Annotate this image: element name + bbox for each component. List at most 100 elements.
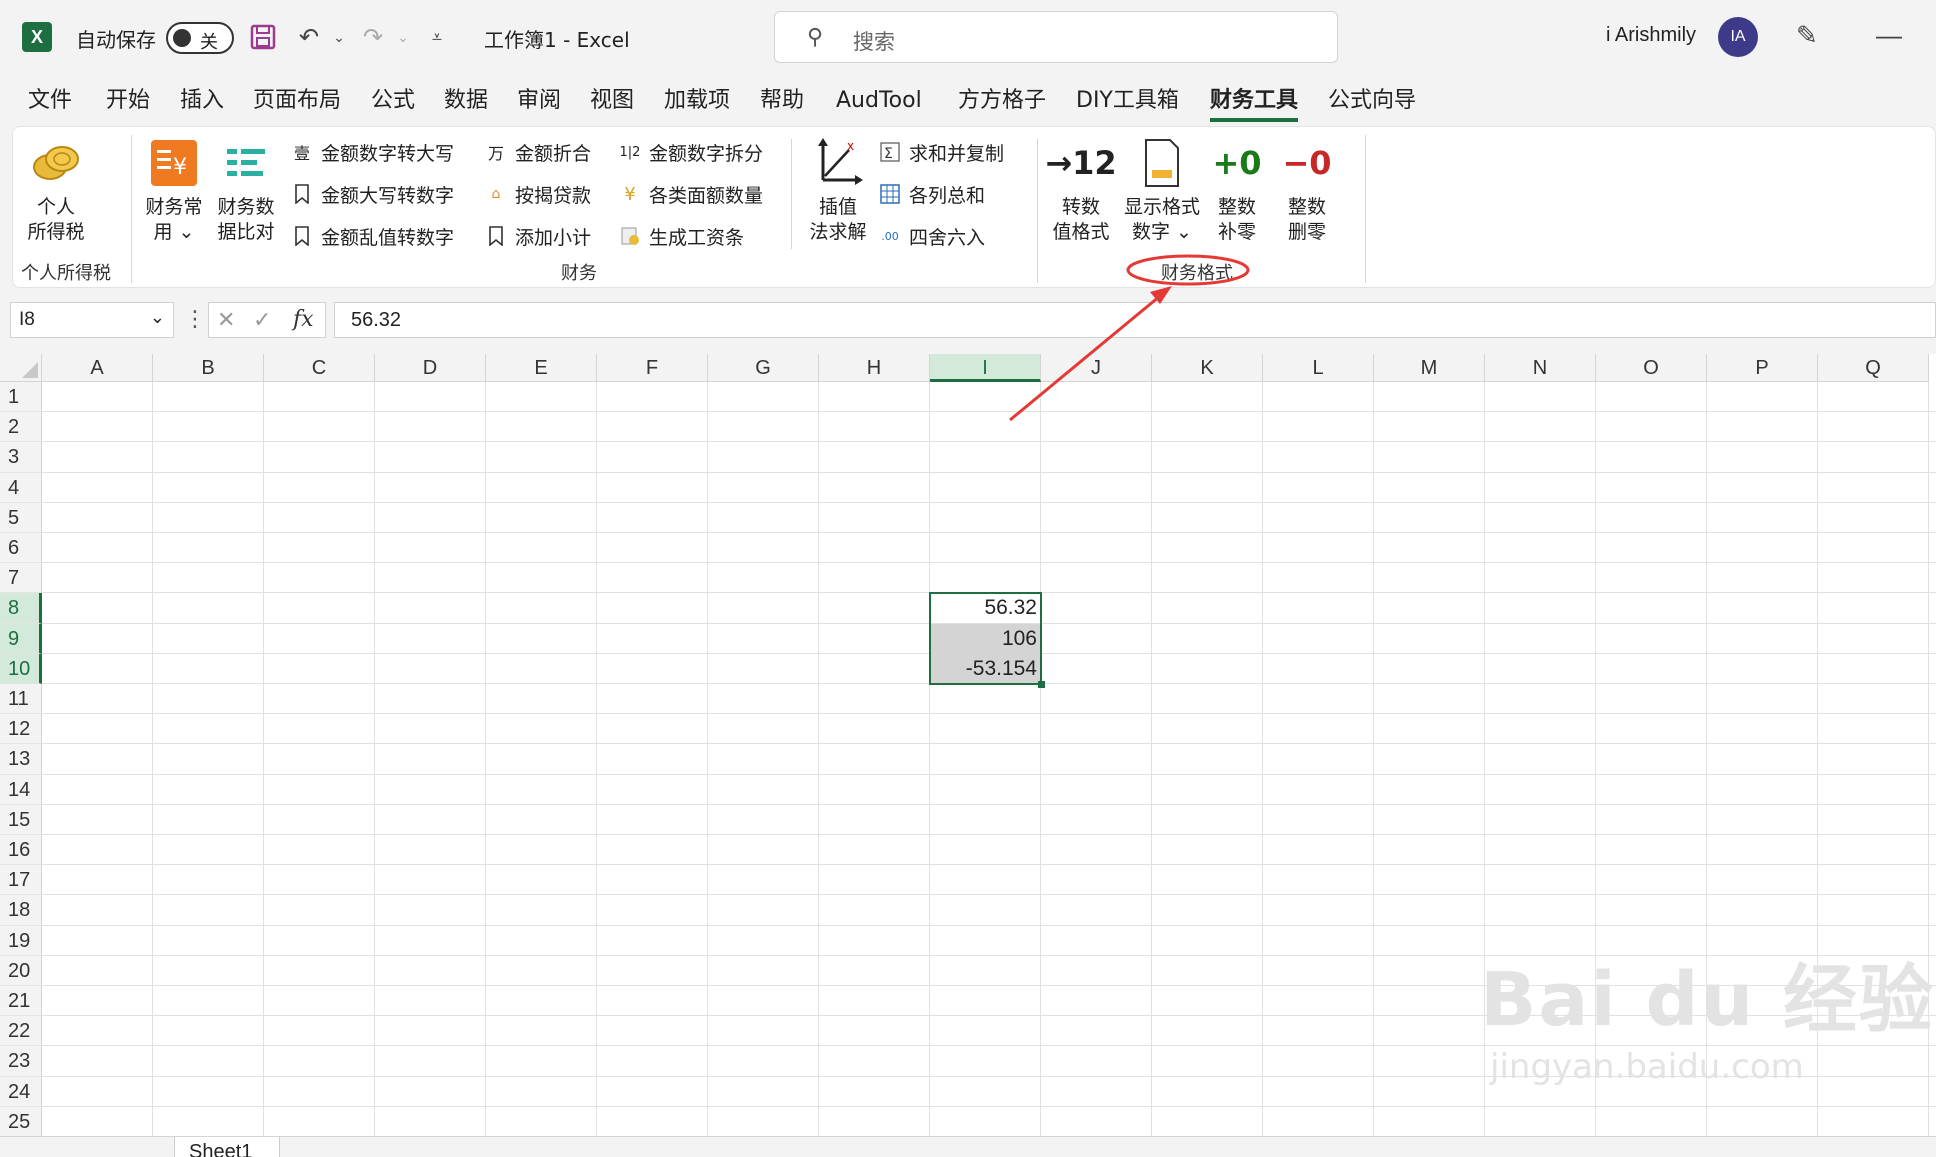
sheet-tab[interactable]: Sheet1 [174, 1137, 280, 1157]
add-subtotal-button[interactable]: 添加小计 [485, 221, 591, 251]
row-header-17[interactable]: 17 [0, 865, 42, 896]
row-header-24[interactable]: 24 [0, 1076, 42, 1107]
search-box[interactable]: ⚲ 搜索 [774, 11, 1338, 63]
column-header-c[interactable]: C [264, 354, 375, 382]
row-header-7[interactable]: 7 [0, 563, 42, 594]
row-header-11[interactable]: 11 [0, 684, 42, 715]
tab-finance-tools[interactable]: 财务工具 [1210, 84, 1299, 122]
customize-toolbar-icon[interactable]: ⩡ [420, 20, 454, 54]
row-header-14[interactable]: 14 [0, 774, 42, 805]
row-header-3[interactable]: 3 [0, 442, 42, 473]
interpolation-button[interactable]: x 插值 法求解 [803, 137, 873, 245]
tab-formulas[interactable]: 公式 [371, 84, 415, 122]
column-header-j[interactable]: J [1041, 354, 1152, 382]
column-header-e[interactable]: E [486, 354, 597, 382]
row-header-9[interactable]: 9 [0, 623, 42, 654]
autosave-toggle[interactable]: 关 [166, 22, 234, 54]
row-header-4[interactable]: 4 [0, 472, 42, 503]
column-header-b[interactable]: B [153, 354, 264, 382]
finance-common-button[interactable]: ¥ 财务常 用 ⌄ [141, 137, 207, 245]
row-header-8[interactable]: 8 [0, 593, 42, 624]
redo-dropdown-icon[interactable]: ⌄ [386, 20, 420, 54]
row-header-18[interactable]: 18 [0, 895, 42, 926]
chevron-down-icon[interactable]: ⌄ [150, 307, 165, 328]
tab-page-layout[interactable]: 页面布局 [253, 84, 341, 122]
column-header-f[interactable]: F [597, 354, 708, 382]
tab-data[interactable]: 数据 [444, 84, 488, 122]
pad-zero-button[interactable]: +0 整数 补零 [1209, 137, 1265, 245]
insert-function-icon[interactable]: fx [293, 307, 314, 332]
column-header-g[interactable]: G [708, 354, 819, 382]
minimize-icon[interactable]: — [1876, 20, 1902, 51]
row-header-25[interactable]: 25 [0, 1106, 42, 1136]
amount-to-uppercase-button[interactable]: 壹 金额数字转大写 [291, 137, 454, 167]
personal-tax-button[interactable]: 个人 所得税 [23, 137, 89, 245]
cancel-icon[interactable]: ✕ [217, 307, 235, 333]
avatar[interactable]: IA [1718, 17, 1758, 57]
round-half-even-button[interactable]: .00 四舍六入 [879, 221, 985, 251]
column-header-i[interactable]: I [930, 354, 1041, 382]
row-header-2[interactable]: 2 [0, 412, 42, 443]
select-all-corner[interactable] [0, 354, 42, 382]
save-icon[interactable] [246, 20, 280, 54]
name-box[interactable]: I8 ⌄ [10, 302, 174, 338]
mortgage-button[interactable]: ⌂ 按揭贷款 [485, 179, 591, 209]
column-header-n[interactable]: N [1485, 354, 1596, 382]
column-header-d[interactable]: D [375, 354, 486, 382]
pen-icon[interactable]: ✎ [1796, 20, 1818, 51]
column-header-m[interactable]: M [1374, 354, 1485, 382]
tab-review[interactable]: 审阅 [517, 84, 561, 122]
tab-insert[interactable]: 插入 [180, 84, 224, 122]
tab-diy[interactable]: DIY工具箱 [1076, 84, 1179, 122]
display-format-number-button[interactable]: 显示格式 数字 ⌄ [1119, 137, 1205, 245]
row-header-16[interactable]: 16 [0, 835, 42, 866]
column-header-a[interactable]: A [42, 354, 153, 382]
tab-help[interactable]: 帮助 [760, 84, 804, 122]
row-header-10[interactable]: 10 [0, 653, 42, 684]
garbled-amount-to-number-button[interactable]: 金额乱值转数字 [291, 221, 454, 251]
tab-view[interactable]: 视图 [590, 84, 634, 122]
column-header-q[interactable]: Q [1818, 354, 1929, 382]
row-header-5[interactable]: 5 [0, 502, 42, 533]
row-header-20[interactable]: 20 [0, 955, 42, 986]
row-header-6[interactable]: 6 [0, 533, 42, 564]
row-header-12[interactable]: 12 [0, 714, 42, 745]
confirm-icon[interactable]: ✓ [253, 307, 271, 333]
row-header-19[interactable]: 19 [0, 925, 42, 956]
undo-dropdown-icon[interactable]: ⌄ [322, 20, 356, 54]
tab-formula-wizard[interactable]: 公式向导 [1328, 84, 1416, 122]
column-header-h[interactable]: H [819, 354, 930, 382]
uppercase-to-amount-button[interactable]: 金额大写转数字 [291, 179, 454, 209]
user-name[interactable]: i Arishmily [1606, 24, 1696, 47]
row-header-21[interactable]: 21 [0, 986, 42, 1017]
redo-icon[interactable]: ↷ [356, 20, 390, 54]
column-header-p[interactable]: P [1707, 354, 1818, 382]
row-header-15[interactable]: 15 [0, 804, 42, 835]
split-amount-digits-button[interactable]: 1|2 金额数字拆分 [619, 137, 763, 167]
tab-file[interactable]: 文件 [28, 84, 72, 122]
fill-handle[interactable] [1038, 681, 1045, 688]
tab-audtool[interactable]: AudTool [836, 84, 922, 122]
column-totals-button[interactable]: 各列总和 [879, 179, 985, 209]
undo-icon[interactable]: ↶ [292, 20, 326, 54]
column-header-o[interactable]: O [1596, 354, 1707, 382]
row-header-13[interactable]: 13 [0, 744, 42, 775]
formula-input[interactable]: 56.32 [334, 302, 1936, 338]
sum-and-copy-button[interactable]: Σ 求和并复制 [879, 137, 1004, 167]
row-header-23[interactable]: 23 [0, 1046, 42, 1077]
row-header-22[interactable]: 22 [0, 1016, 42, 1047]
denomination-count-button[interactable]: ¥ 各类面额数量 [619, 179, 763, 209]
column-header-l[interactable]: L [1263, 354, 1374, 382]
column-header-k[interactable]: K [1152, 354, 1263, 382]
generate-payslip-button[interactable]: 生成工资条 [619, 221, 744, 251]
convert-number-format-button[interactable]: →12 转数 值格式 [1045, 137, 1116, 245]
finance-compare-button[interactable]: 财务数 据比对 [213, 137, 279, 245]
remove-zero-button[interactable]: −0 整数 删零 [1279, 137, 1335, 245]
row-header-1[interactable]: 1 [0, 382, 42, 413]
tab-home[interactable]: 开始 [106, 84, 150, 122]
amount-convert-button[interactable]: 万 金额折合 [485, 137, 591, 167]
gridline-vertical [152, 382, 153, 1136]
more-options-icon[interactable]: ⋮ [184, 306, 206, 332]
tab-addins[interactable]: 加载项 [664, 84, 730, 122]
tab-fangfang[interactable]: 方方格子 [958, 84, 1046, 122]
